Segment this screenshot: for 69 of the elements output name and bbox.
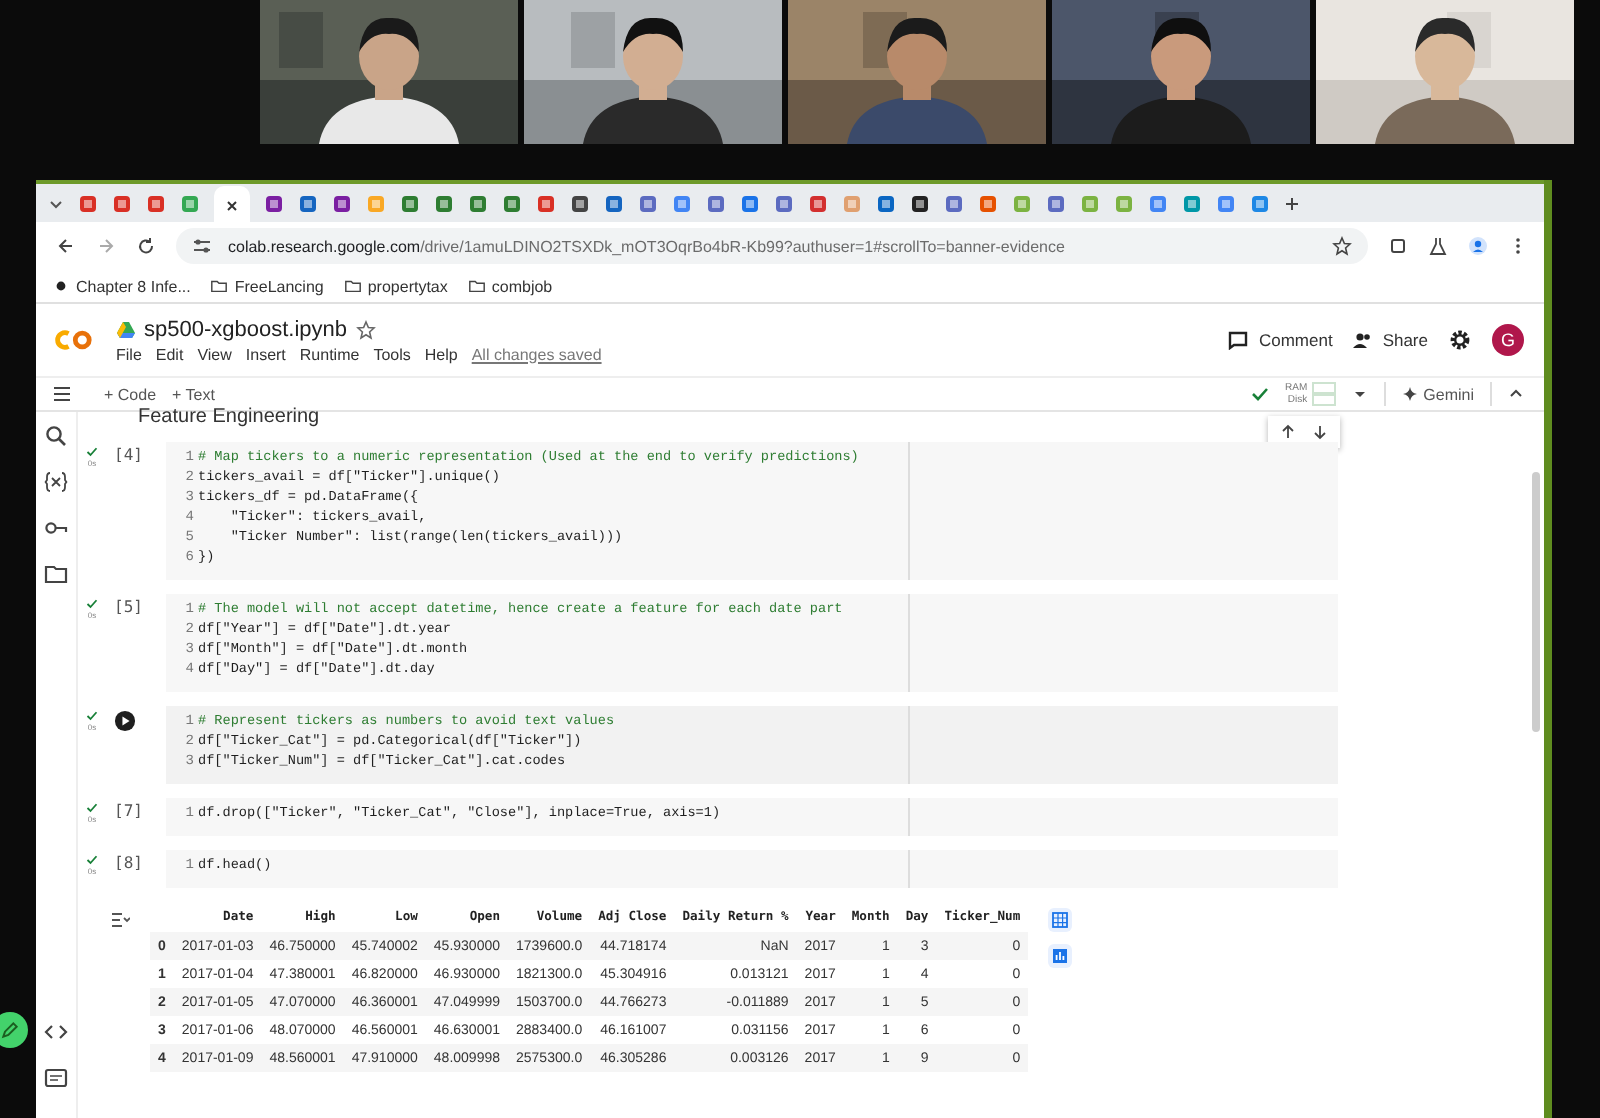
address-bar[interactable]: colab.research.google.com/drive/1amuLDINO2TSXDk_mOT3OqrBo4bR-Kb99?authuser=1#scrollTo=banner-evidence — [176, 228, 1368, 264]
star-icon[interactable] — [1332, 236, 1352, 256]
menu-item[interactable]: Insert — [245, 345, 286, 363]
folder-icon — [210, 278, 229, 294]
add-button[interactable]: + Text — [172, 385, 215, 403]
flask-icon[interactable] — [1428, 236, 1448, 256]
people-icon — [1352, 330, 1373, 350]
folder-icon — [343, 278, 362, 294]
bookmark[interactable]: FreeLancing — [210, 277, 324, 295]
bar-chart-icon[interactable] — [1048, 944, 1073, 968]
avatar[interactable]: G — [1492, 324, 1524, 356]
menu-icon[interactable] — [52, 384, 72, 404]
check-icon — [86, 854, 98, 866]
bookmark[interactable]: combjob — [467, 277, 553, 295]
close-icon[interactable] — [224, 197, 240, 213]
menu-item[interactable]: Tools — [373, 345, 411, 363]
bookmark[interactable]: Chapter 8 Infe... — [52, 277, 191, 295]
menu-item[interactable]: Runtime — [299, 345, 360, 363]
folder-icon — [467, 278, 486, 294]
section-heading: Feature Engineering — [136, 408, 322, 428]
run-button[interactable] — [114, 710, 136, 732]
execution-count: [4] — [114, 446, 143, 464]
menu-item[interactable]: Help — [424, 345, 458, 363]
browser-tab[interactable] — [214, 186, 250, 224]
comment-button[interactable]: Comment — [1228, 330, 1333, 350]
caret-icon[interactable] — [1351, 386, 1368, 402]
pencil-icon[interactable] — [0, 1012, 28, 1048]
dot-icon — [52, 278, 70, 294]
table-icon[interactable] — [1048, 908, 1073, 932]
move-down-icon[interactable] — [1312, 424, 1328, 440]
save-status[interactable]: All changes saved — [471, 345, 602, 363]
menu-item[interactable]: Edit — [155, 345, 184, 363]
settings-icon[interactable] — [1448, 328, 1472, 352]
star-icon[interactable] — [355, 319, 376, 339]
bookmark[interactable]: propertytax — [343, 277, 448, 295]
execution-count: [8] — [114, 854, 143, 872]
execution-count: [5] — [114, 598, 143, 616]
back-icon[interactable] — [56, 236, 76, 256]
sparkle-icon — [1401, 386, 1418, 402]
key-icon[interactable] — [44, 516, 68, 540]
check-icon — [86, 598, 98, 610]
output-toggle-icon[interactable] — [110, 910, 130, 930]
gemini-button[interactable]: Gemini — [1401, 385, 1474, 403]
notebook-title[interactable]: sp500-xgboost.ipynb — [144, 317, 348, 341]
terminal-icon[interactable] — [44, 1066, 68, 1090]
move-up-icon[interactable] — [1280, 424, 1296, 440]
profile-icon[interactable] — [1468, 236, 1488, 256]
puzzle-icon[interactable] — [1388, 236, 1408, 256]
menu-item[interactable]: View — [197, 345, 232, 363]
add-button[interactable]: + Code — [104, 385, 157, 403]
check-icon — [86, 446, 98, 458]
check-icon — [86, 710, 98, 722]
logo[interactable] — [52, 326, 96, 354]
chevron-icon[interactable] — [48, 195, 64, 211]
check-icon — [1249, 384, 1270, 404]
menu-item[interactable]: File — [116, 345, 142, 363]
comment-icon — [1228, 330, 1249, 350]
drive-icon[interactable] — [116, 319, 136, 339]
plus-icon[interactable] — [1284, 195, 1300, 211]
sliders-icon[interactable] — [192, 236, 212, 256]
folder-icon[interactable] — [44, 562, 68, 586]
code-icon[interactable] — [44, 1020, 68, 1044]
variables-icon[interactable] — [44, 470, 68, 494]
execution-count: [7] — [114, 802, 143, 820]
search-icon[interactable] — [44, 424, 68, 448]
check-icon — [86, 802, 98, 814]
collapse-icon[interactable] — [1508, 386, 1524, 402]
reload-icon[interactable] — [136, 236, 156, 256]
share-button[interactable]: Share — [1352, 330, 1428, 350]
